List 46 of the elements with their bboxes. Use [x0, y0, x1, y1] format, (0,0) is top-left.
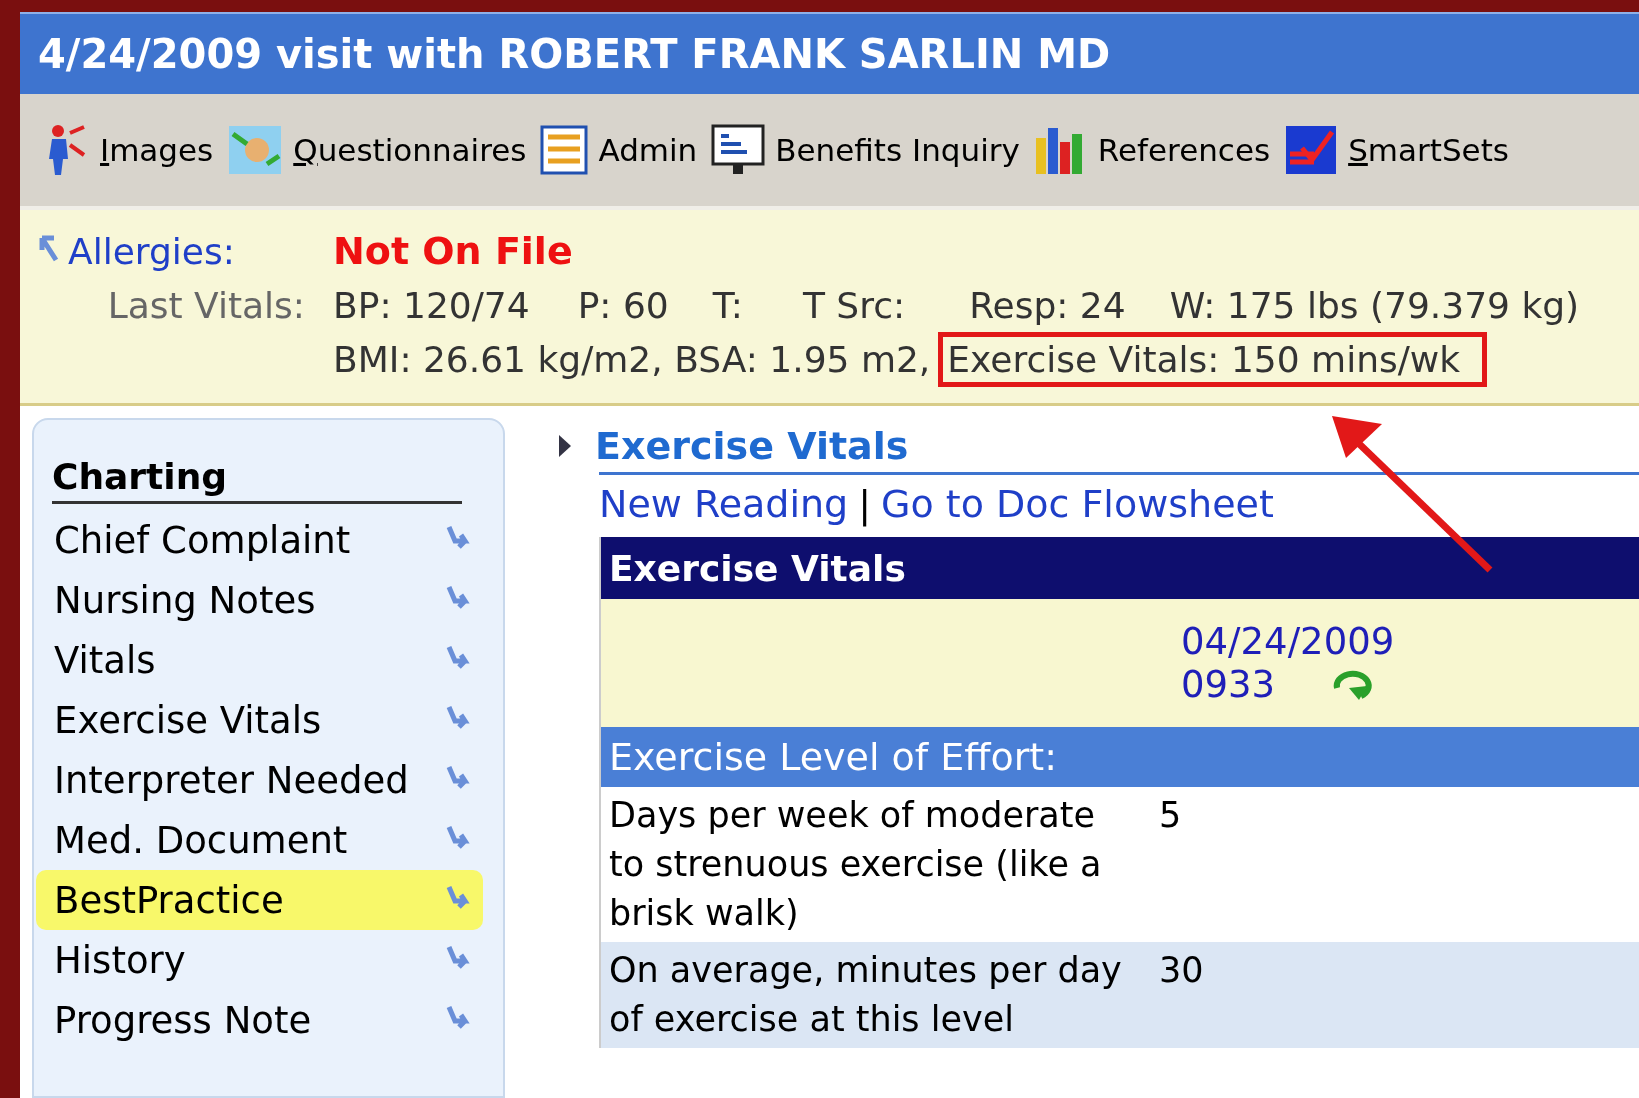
table-title: Exercise Vitals [601, 537, 1639, 599]
sidebar-item[interactable]: Vitals [36, 630, 483, 690]
sidebar-item[interactable]: Interpreter Needed [36, 750, 483, 810]
highlighted-vital: Exercise Vitals: 150 mins/wk [938, 331, 1488, 387]
sidebar-item[interactable]: BestPractice [36, 870, 483, 930]
answer-value: 30 [1159, 949, 1205, 992]
flowsheet-link[interactable]: Go to Doc Flowsheet [881, 482, 1274, 526]
toolbar-button[interactable]: References [1029, 124, 1275, 176]
toolbar-button[interactable]: SmartSets [1280, 124, 1513, 176]
sidebar-heading: Charting [52, 456, 462, 504]
toolbar-button[interactable]: Images [36, 123, 218, 177]
section-title: Exercise Vitals [595, 424, 909, 468]
sidebar-item[interactable]: Chief Complaint [36, 510, 483, 570]
vital-reading: T: [712, 284, 743, 326]
vitals-label: Last Vitals: [106, 284, 306, 326]
vital-reading: BMI: 26.61 kg/m2, BSA: 1.95 m2, [333, 338, 931, 380]
vital-reading: BP: 120/74 [333, 284, 530, 326]
sidebar-item[interactable]: History [36, 930, 483, 990]
jump-arrow-icon [38, 233, 60, 264]
new-reading-link[interactable]: New Reading [599, 482, 849, 526]
toolbar-button[interactable]: Admin [536, 125, 702, 175]
reading-date: 04/24/2009 [1181, 620, 1396, 663]
vital-reading: T Src: [802, 284, 906, 326]
sidebar-item[interactable]: Progress Note [36, 990, 483, 1050]
vital-reading: W: 175 lbs (79.379 kg) [1169, 284, 1580, 326]
vital-reading: P: 60 [577, 284, 669, 326]
vital-reading: Resp: 24 [969, 284, 1126, 326]
expand-triangle-icon[interactable] [557, 433, 573, 459]
allergies-value: Not On File [333, 229, 573, 273]
question-text: Days per week of moderate to strenuous exercise (like a brisk walk) [609, 794, 1103, 935]
group-header: Exercise Level of Effort: [601, 727, 1639, 787]
toolbar-button[interactable]: Questionnaires [223, 124, 531, 176]
allergies-label[interactable]: Allergies: [38, 230, 333, 272]
window-title: 4/24/2009 visit with ROBERT FRANK SARLIN MD [20, 12, 1639, 94]
question-text: On average, minutes per day of exercise at this level [609, 949, 1123, 1041]
monitor-icon [711, 124, 766, 176]
sidebar-item[interactable]: Nursing Notes [36, 570, 483, 630]
checklist-icon [1284, 124, 1339, 176]
link-separator: | [858, 482, 872, 526]
answer-value: 5 [1159, 794, 1183, 837]
sidebar-item[interactable]: Exercise Vitals [36, 690, 483, 750]
reading-time: 0933 [1181, 663, 1276, 706]
list-icon [540, 125, 589, 175]
sidebar-item[interactable]: Med. Document [36, 810, 483, 870]
form-icon [227, 124, 284, 176]
toolbar-button[interactable]: Benefits Inquiry [707, 124, 1024, 176]
